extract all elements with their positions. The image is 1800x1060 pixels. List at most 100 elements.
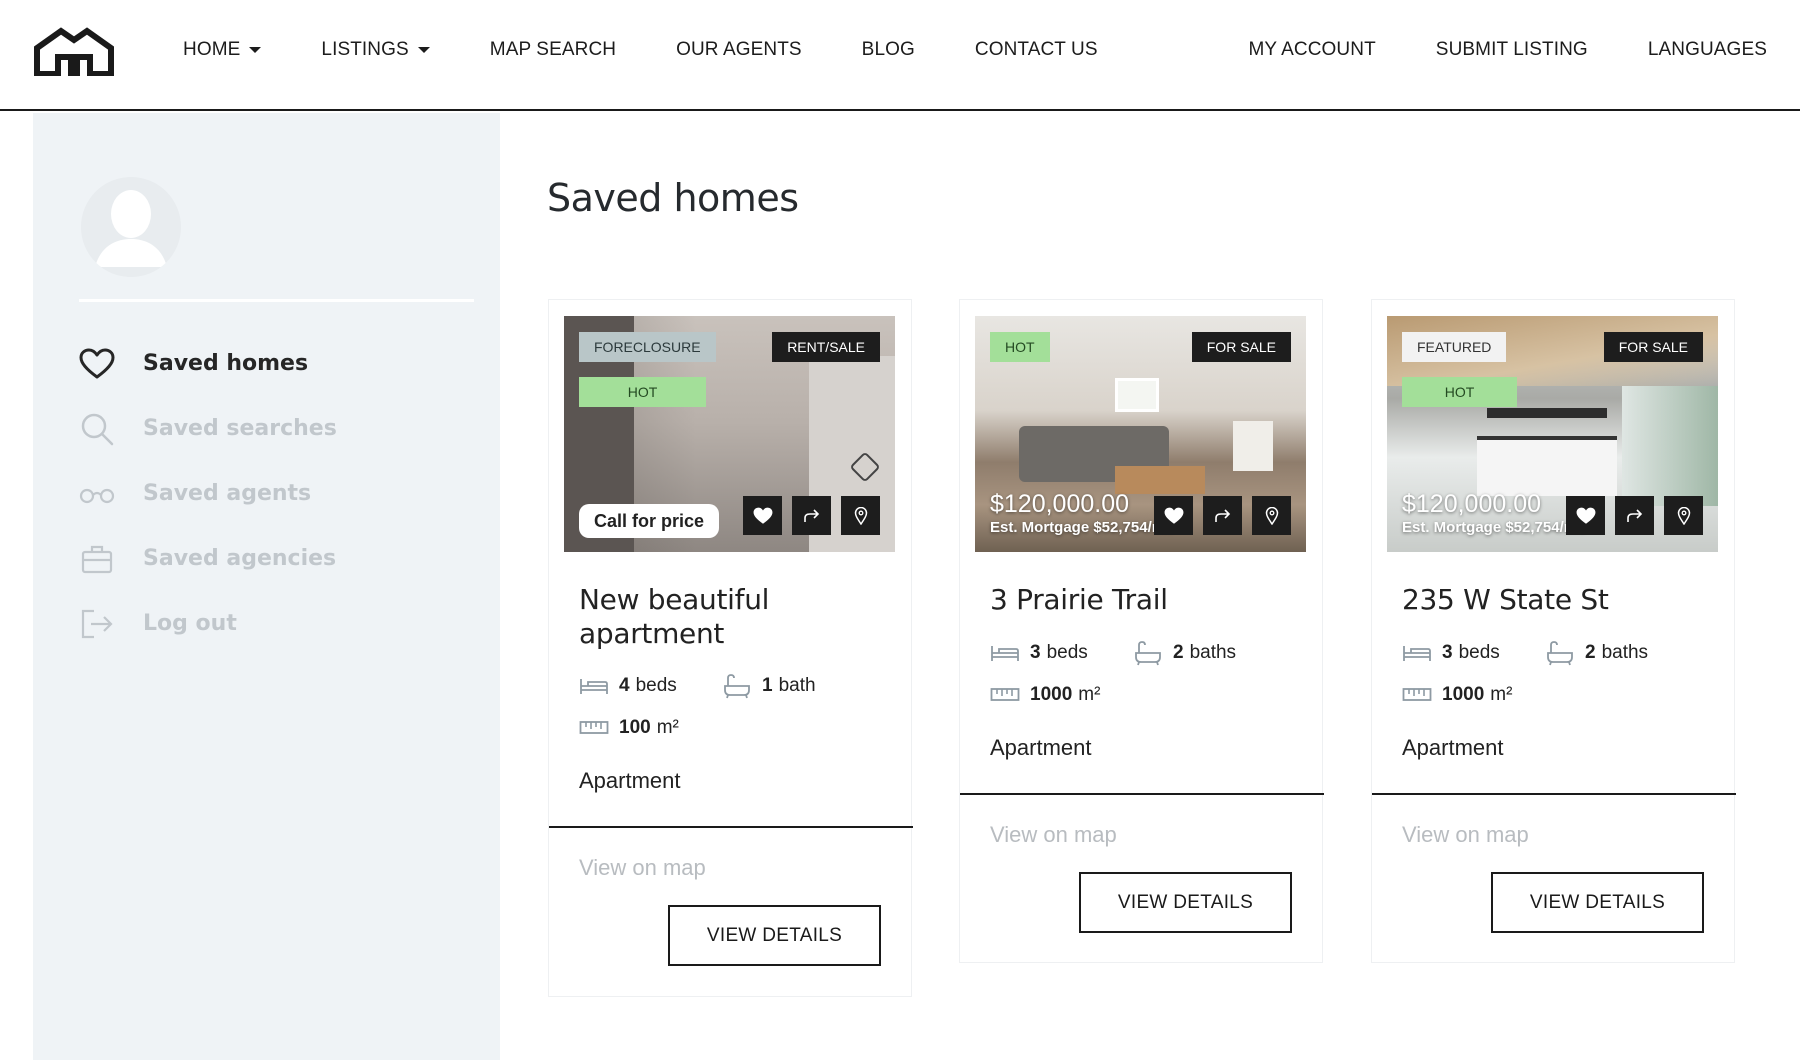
badge-rent-sale: RENT/SALE (772, 332, 880, 362)
nav-languages[interactable]: LANGUAGES (1648, 39, 1767, 61)
baths-feature: 2 baths (1545, 640, 1648, 666)
map-pin-icon (1677, 506, 1690, 525)
beds-label: beds (1458, 642, 1500, 663)
share-button[interactable] (1615, 496, 1654, 535)
account-nav: MY ACCOUNT SUBMIT LISTING LANGUAGES (1188, 0, 1767, 100)
photo-kitchen-island (1477, 436, 1617, 496)
bathtub-icon (722, 673, 752, 699)
bed-icon (1402, 643, 1432, 663)
heart-icon (79, 346, 115, 382)
listing-title-line: 3 Prairie Trail (990, 583, 1168, 616)
share-icon (1214, 508, 1230, 522)
view-on-map-link[interactable]: View on map (579, 855, 706, 881)
baths-feature: 2 baths (1133, 640, 1236, 666)
area-value: 100 (619, 717, 651, 738)
badge-hot: HOT (579, 377, 706, 407)
sidebar-item-log-out[interactable]: Log out (79, 591, 474, 656)
area-feature: 100 m² (579, 717, 679, 739)
map-pin-button[interactable] (1252, 496, 1291, 535)
listing-title-line: 235 W State St (1402, 583, 1609, 616)
sidebar-item-label: Saved homes (143, 351, 309, 376)
baths-label: baths (1189, 642, 1237, 663)
chevron-down-icon (249, 47, 262, 53)
nav-listings[interactable]: LISTINGS (321, 39, 430, 61)
map-pin-button[interactable] (1664, 496, 1703, 535)
property-type: Apartment (990, 735, 1092, 760)
page-title: Saved homes (547, 176, 799, 220)
listing-card: FORECLOSURE HOT RENT/SALE Call for price… (548, 299, 913, 997)
map-pin-icon (854, 506, 867, 525)
listing-title[interactable]: 235 W State St (1402, 583, 1609, 617)
account-sidebar: Saved homes Saved searches Saved agents … (33, 113, 500, 1060)
nav-my-account[interactable]: MY ACCOUNT (1248, 39, 1375, 61)
nav-our-agents[interactable]: OUR AGENTS (676, 39, 802, 61)
card-separator (1372, 793, 1736, 795)
badge-foreclosure: FORECLOSURE (579, 332, 716, 362)
beds-feature: 3 beds (1402, 642, 1500, 664)
area-value: 1000 (1030, 684, 1073, 705)
photo-window-wall (1622, 386, 1718, 506)
nav-contact-us[interactable]: CONTACT US (975, 39, 1098, 61)
sidebar-item-label: Saved agents (143, 481, 312, 506)
sidebar-item-saved-agencies[interactable]: Saved agencies (79, 526, 474, 591)
user-silhouette-icon (81, 177, 181, 277)
listing-title[interactable]: New beautiful apartment (579, 583, 769, 650)
nav-blog[interactable]: BLOG (862, 39, 915, 61)
share-button[interactable] (792, 496, 831, 535)
ruler-icon (990, 687, 1020, 703)
view-details-button[interactable]: VIEW DETAILS (1491, 872, 1704, 933)
chevron-down-icon (417, 47, 430, 53)
favorite-button[interactable] (1154, 496, 1193, 535)
beds-count: 4 (619, 675, 630, 696)
share-icon (803, 508, 819, 522)
baths-count: 2 (1173, 642, 1184, 663)
listing-photo[interactable]: FORECLOSURE HOT RENT/SALE Call for price (564, 316, 895, 552)
view-on-map-link[interactable]: View on map (990, 822, 1117, 848)
heart-icon (753, 507, 772, 524)
nav-map-search[interactable]: MAP SEARCH (490, 39, 616, 61)
favorite-button[interactable] (743, 496, 782, 535)
baths-count: 2 (1585, 642, 1596, 663)
sidebar-item-label: Saved agencies (143, 546, 337, 571)
view-details-button[interactable]: VIEW DETAILS (668, 905, 881, 966)
sidebar-divider (79, 299, 474, 302)
listing-title-line: apartment (579, 616, 725, 650)
badge-for-sale: FOR SALE (1603, 332, 1703, 362)
ruler-icon (579, 720, 609, 736)
view-on-map-link[interactable]: View on map (1402, 822, 1529, 848)
favorite-button[interactable] (1566, 496, 1605, 535)
sidebar-menu: Saved homes Saved searches Saved agents … (79, 331, 474, 656)
listing-title[interactable]: 3 Prairie Trail (990, 583, 1168, 617)
listing-photo[interactable]: HOT FOR SALE $120,000.00 Est. Mortgage $… (975, 316, 1306, 552)
beds-feature: 3 beds (990, 642, 1088, 664)
nav-home[interactable]: HOME (183, 39, 262, 61)
bed-icon (579, 676, 609, 696)
photo-window (1115, 378, 1159, 412)
card-actions (1144, 496, 1291, 535)
map-pin-button[interactable] (841, 496, 880, 535)
share-button[interactable] (1203, 496, 1242, 535)
view-details-button[interactable]: VIEW DETAILS (1079, 872, 1292, 933)
house-logo-icon[interactable] (33, 26, 115, 76)
bathtub-icon (1133, 640, 1163, 666)
nav-submit-listing[interactable]: SUBMIT LISTING (1436, 39, 1588, 61)
sidebar-item-saved-searches[interactable]: Saved searches (79, 396, 474, 461)
ruler-icon (1402, 687, 1432, 703)
sidebar-item-saved-agents[interactable]: Saved agents (79, 461, 474, 526)
beds-feature: 4 beds (579, 675, 677, 697)
area-feature: 1000 m² (990, 684, 1100, 706)
search-icon (79, 411, 115, 447)
badge-featured: FEATURED (1402, 332, 1507, 362)
beds-label: beds (635, 675, 677, 696)
area-feature: 1000 m² (1402, 684, 1512, 706)
listing-photo[interactable]: FEATURED HOT FOR SALE $120,000.00 Est. M… (1387, 316, 1718, 552)
nav-home-label: HOME (183, 39, 241, 60)
nav-listings-label: LISTINGS (321, 39, 409, 60)
logout-icon (79, 606, 115, 642)
beds-label: beds (1046, 642, 1088, 663)
photo-cabinet (1233, 421, 1273, 471)
area-unit: m² (1078, 684, 1101, 705)
sidebar-item-saved-homes[interactable]: Saved homes (79, 331, 474, 396)
property-type: Apartment (579, 768, 681, 793)
card-actions (733, 496, 880, 535)
